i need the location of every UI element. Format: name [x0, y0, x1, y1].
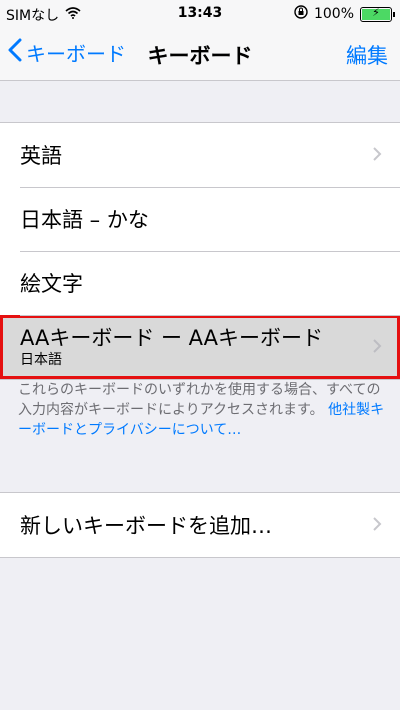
page-title: キーボード — [147, 44, 253, 68]
keyboard-label: 絵文字 — [20, 272, 83, 296]
keyboard-label: 英語 — [20, 144, 62, 168]
chevron-right-icon — [372, 513, 382, 537]
navigation-bar: キーボード キーボード 編集 — [0, 28, 400, 81]
keyboard-label: AAキーボード ー AAキーボード — [20, 326, 323, 350]
keyboard-row-aa-keyboard[interactable]: AAキーボード ー AAキーボード 日本語 — [0, 315, 400, 379]
add-keyboard-row[interactable]: 新しいキーボードを追加… — [0, 493, 400, 557]
add-keyboard-label: 新しいキーボードを追加… — [20, 514, 272, 538]
status-right: 100% ⚡ — [294, 5, 395, 23]
edit-button[interactable]: 編集 — [346, 40, 388, 70]
privacy-note-text: これらのキーボードのいずれかを使用する場合、すべての入力内容がキーボードによりア… — [18, 382, 381, 418]
keyboard-row-emoji[interactable]: 絵文字 — [0, 251, 400, 315]
battery-percent: 100% — [313, 6, 354, 22]
keyboard-label: 日本語 – かな — [20, 208, 149, 232]
keyboard-sublabel: 日本語 — [20, 352, 62, 368]
keyboard-row-japanese-kana[interactable]: 日本語 – かな — [0, 187, 400, 251]
status-bar: SIMなし 13:43 100% ⚡ — [0, 0, 400, 28]
add-keyboard-group: 新しいキーボードを追加… — [0, 492, 400, 558]
chevron-right-icon — [372, 335, 382, 359]
keyboard-list: 英語 日本語 – かな 絵文字 AAキーボード ー AAキーボード 日本語 — [0, 122, 400, 380]
chevron-right-icon — [372, 143, 382, 167]
privacy-note: これらのキーボードのいずれかを使用する場合、すべての入力内容がキーボードによりア… — [18, 380, 390, 440]
battery-icon: ⚡ — [360, 6, 395, 22]
keyboard-row-english[interactable]: 英語 — [0, 123, 400, 187]
orientation-lock-icon — [294, 5, 308, 23]
